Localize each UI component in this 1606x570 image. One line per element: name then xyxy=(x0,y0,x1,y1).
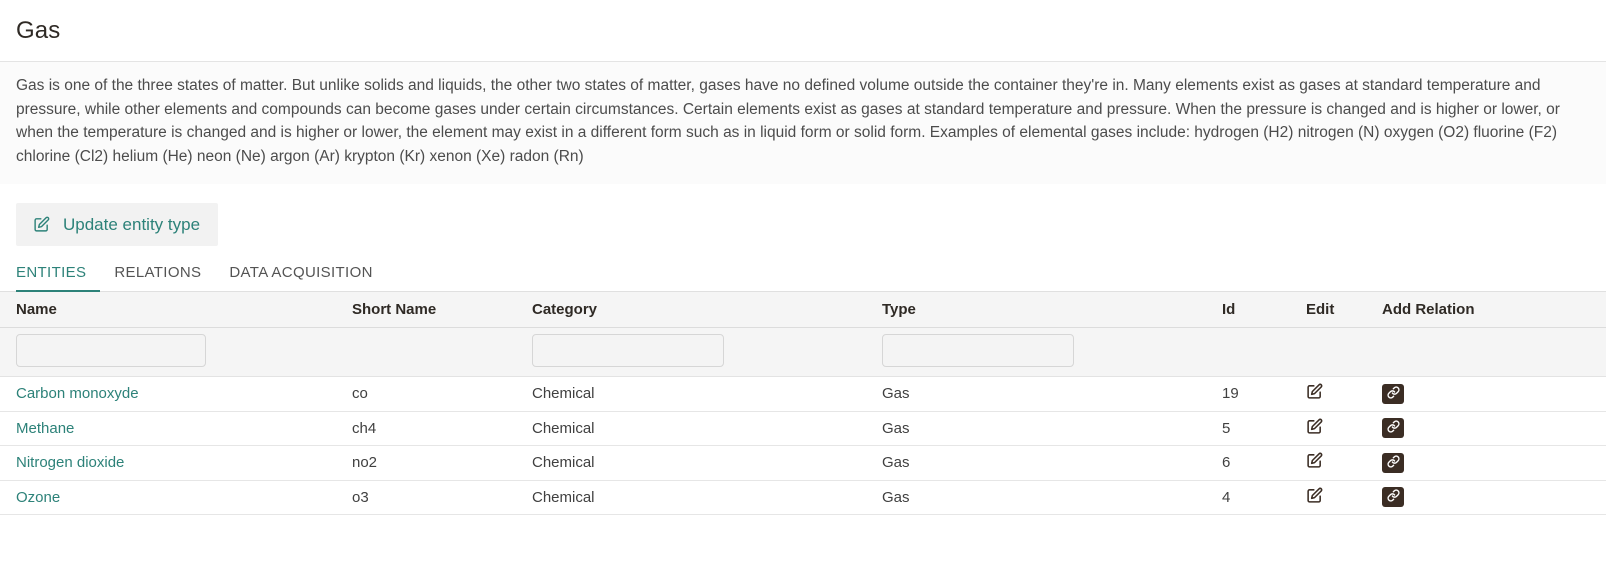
cell-category: Chemical xyxy=(532,480,882,515)
edit-entity-button[interactable] xyxy=(1306,383,1323,400)
filter-cell-type xyxy=(882,327,1222,377)
column-header-edit: Edit xyxy=(1306,292,1382,328)
column-header-type[interactable]: Type xyxy=(882,292,1222,328)
entity-link[interactable]: Nitrogen dioxide xyxy=(16,454,124,471)
edit-entity-button[interactable] xyxy=(1306,452,1323,469)
add-relation-button[interactable] xyxy=(1382,383,1404,404)
update-entity-type-label: Update entity type xyxy=(63,215,201,234)
tab-relations[interactable]: RELATIONS xyxy=(100,264,215,292)
table-row: Carbon monoxyde co Chemical Gas 19 xyxy=(0,376,1606,412)
filter-input-type[interactable] xyxy=(882,334,1074,367)
filter-cell-category xyxy=(532,327,882,377)
add-relation-button[interactable] xyxy=(1382,418,1404,439)
tab-data-acquisition[interactable]: DATA ACQUISITION xyxy=(215,264,386,292)
entity-tabs: ENTITIES RELATIONS DATA ACQUISITION xyxy=(0,256,1606,292)
column-header-add-relation: Add Relation xyxy=(1382,292,1606,328)
entity-link[interactable]: Ozone xyxy=(16,489,60,506)
edit-square-icon xyxy=(1306,487,1323,504)
cell-type: Gas xyxy=(882,480,1222,515)
cell-add-relation xyxy=(1382,376,1606,412)
entities-table-header-row: Name Short Name Category Type Id Edit Ad… xyxy=(0,292,1606,328)
page-title: Gas xyxy=(16,16,61,44)
cell-id: 4 xyxy=(1222,480,1306,515)
filter-input-category[interactable] xyxy=(532,334,724,367)
cell-category: Chemical xyxy=(532,411,882,446)
add-relation-button[interactable] xyxy=(1382,487,1404,508)
edit-square-icon xyxy=(1306,418,1323,435)
add-relation-button[interactable] xyxy=(1382,452,1404,473)
filter-cell-add-relation xyxy=(1382,327,1606,377)
entity-description-panel: Gas is one of the three states of matter… xyxy=(0,62,1606,185)
filter-cell-short-name xyxy=(352,327,532,377)
filter-cell-edit xyxy=(1306,327,1382,377)
cell-name: Methane xyxy=(0,411,352,446)
filter-cell-id xyxy=(1222,327,1306,377)
table-row: Nitrogen dioxide no2 Chemical Gas 6 xyxy=(0,445,1606,481)
edit-entity-button[interactable] xyxy=(1306,487,1323,504)
column-header-name[interactable]: Name xyxy=(0,292,352,328)
cell-id: 6 xyxy=(1222,445,1306,481)
edit-square-icon xyxy=(1306,383,1323,400)
cell-type: Gas xyxy=(882,376,1222,412)
column-header-category[interactable]: Category xyxy=(532,292,882,328)
cell-id: 19 xyxy=(1222,376,1306,412)
tab-entities[interactable]: ENTITIES xyxy=(16,264,101,292)
entity-link[interactable]: Methane xyxy=(16,420,74,437)
link-icon xyxy=(1386,386,1400,402)
cell-add-relation xyxy=(1382,411,1606,446)
cell-category: Chemical xyxy=(532,445,882,481)
link-icon xyxy=(1386,420,1400,436)
filter-input-name[interactable] xyxy=(16,334,206,367)
cell-type: Gas xyxy=(882,411,1222,446)
entities-table-body: Carbon monoxyde co Chemical Gas 19 Metha… xyxy=(0,376,1606,515)
cell-id: 5 xyxy=(1222,411,1306,446)
link-icon xyxy=(1386,489,1400,505)
entity-link[interactable]: Carbon monoxyde xyxy=(16,385,139,402)
cell-edit xyxy=(1306,411,1382,446)
entities-table-head: Name Short Name Category Type Id Edit Ad… xyxy=(0,292,1606,377)
column-header-short-name[interactable]: Short Name xyxy=(352,292,532,328)
entities-table-container: Name Short Name Category Type Id Edit Ad… xyxy=(0,292,1606,515)
cell-edit xyxy=(1306,480,1382,515)
action-bar: Update entity type xyxy=(0,185,1606,256)
cell-short-name: co xyxy=(352,376,532,412)
link-icon xyxy=(1386,455,1400,471)
cell-name: Carbon monoxyde xyxy=(0,376,352,412)
page-header: Gas xyxy=(0,0,1606,62)
cell-add-relation xyxy=(1382,480,1606,515)
cell-edit xyxy=(1306,376,1382,412)
cell-short-name: no2 xyxy=(352,445,532,481)
update-entity-type-button[interactable]: Update entity type xyxy=(16,203,219,246)
edit-entity-button[interactable] xyxy=(1306,418,1323,435)
cell-edit xyxy=(1306,445,1382,481)
table-row: Methane ch4 Chemical Gas 5 xyxy=(0,411,1606,446)
cell-short-name: o3 xyxy=(352,480,532,515)
table-row: Ozone o3 Chemical Gas 4 xyxy=(0,480,1606,515)
edit-square-icon xyxy=(1306,452,1323,469)
column-header-id[interactable]: Id xyxy=(1222,292,1306,328)
cell-name: Ozone xyxy=(0,480,352,515)
entity-description-text: Gas is one of the three states of matter… xyxy=(16,77,1560,165)
cell-type: Gas xyxy=(882,445,1222,481)
entities-filter-row xyxy=(0,327,1606,377)
cell-short-name: ch4 xyxy=(352,411,532,446)
cell-add-relation xyxy=(1382,445,1606,481)
cell-name: Nitrogen dioxide xyxy=(0,445,352,481)
edit-square-icon xyxy=(33,216,50,233)
entities-table: Name Short Name Category Type Id Edit Ad… xyxy=(0,292,1606,515)
filter-cell-name xyxy=(0,327,352,377)
cell-category: Chemical xyxy=(532,376,882,412)
